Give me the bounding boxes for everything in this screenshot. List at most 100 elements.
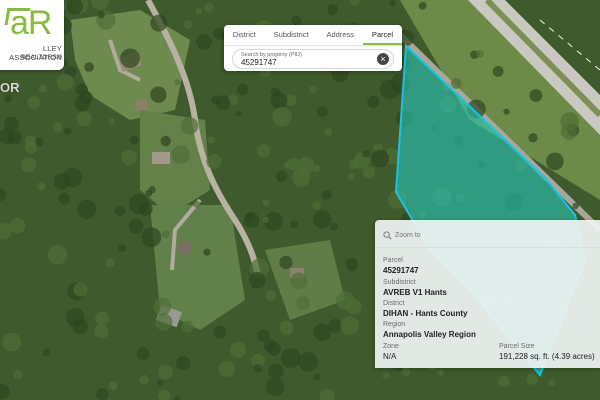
search-icon bbox=[383, 230, 392, 240]
pid-search-input[interactable]: Search by property (PID) 45291747 × bbox=[232, 49, 394, 69]
tree bbox=[546, 152, 564, 171]
tree bbox=[401, 367, 411, 377]
tree bbox=[313, 373, 321, 381]
tree bbox=[235, 110, 242, 117]
tree bbox=[129, 135, 139, 145]
tree bbox=[114, 205, 126, 217]
tree bbox=[160, 135, 171, 147]
tree bbox=[476, 49, 484, 58]
parcel-size-label: Parcel Size bbox=[499, 343, 535, 350]
tree bbox=[73, 282, 88, 297]
tree bbox=[196, 34, 212, 50]
tree bbox=[503, 108, 510, 115]
tree bbox=[268, 363, 284, 379]
tree bbox=[328, 319, 343, 333]
tree bbox=[237, 83, 249, 96]
tree bbox=[340, 316, 359, 335]
tree bbox=[150, 14, 168, 32]
tree bbox=[157, 379, 163, 386]
tree bbox=[324, 128, 333, 137]
tree bbox=[13, 369, 23, 380]
subdistrict-label: Subdistrict bbox=[383, 279, 416, 286]
tree bbox=[218, 360, 235, 378]
tree bbox=[20, 157, 37, 173]
tree bbox=[263, 339, 276, 352]
tree bbox=[253, 364, 262, 373]
tree bbox=[155, 313, 173, 331]
tree bbox=[121, 149, 137, 166]
tree bbox=[128, 218, 144, 234]
tree bbox=[279, 255, 293, 269]
tree bbox=[141, 227, 162, 248]
tree bbox=[108, 380, 118, 390]
tree bbox=[193, 200, 201, 208]
tree bbox=[38, 84, 47, 93]
tree bbox=[72, 319, 88, 335]
tree bbox=[265, 290, 277, 301]
tree bbox=[367, 95, 380, 108]
tab-parcel[interactable]: Parcel bbox=[362, 25, 403, 45]
tree bbox=[298, 352, 318, 372]
tree bbox=[362, 166, 376, 179]
tree bbox=[95, 311, 109, 326]
tree bbox=[347, 172, 356, 180]
tree bbox=[150, 86, 167, 103]
tree bbox=[180, 117, 199, 135]
tree bbox=[528, 133, 538, 143]
zone-value: N/A bbox=[383, 352, 397, 361]
tree bbox=[272, 107, 292, 127]
tree bbox=[248, 271, 266, 289]
tree bbox=[58, 192, 71, 205]
close-icon[interactable]: × bbox=[377, 53, 389, 65]
tree bbox=[206, 153, 222, 170]
tree bbox=[136, 347, 150, 361]
tree bbox=[203, 248, 211, 256]
tree bbox=[371, 149, 390, 168]
tree bbox=[290, 272, 308, 290]
tree bbox=[157, 364, 173, 380]
tree bbox=[118, 244, 126, 252]
tree bbox=[63, 127, 72, 135]
tab-subdistrict[interactable]: Subdistrict bbox=[265, 25, 318, 45]
tree bbox=[9, 217, 26, 234]
zone-label: Zone bbox=[383, 343, 399, 350]
tree bbox=[316, 106, 328, 117]
tree bbox=[418, 1, 427, 10]
tree bbox=[526, 373, 538, 385]
tree bbox=[290, 220, 299, 229]
tree bbox=[79, 90, 93, 104]
tree bbox=[262, 216, 269, 223]
tree bbox=[450, 78, 462, 89]
search-tabs: District Subdistrict Address Parcel bbox=[224, 25, 403, 46]
logo-text-line2: REALTORS® bbox=[20, 54, 62, 61]
tree bbox=[139, 374, 149, 385]
tree bbox=[498, 375, 511, 388]
tree bbox=[145, 189, 153, 197]
tree bbox=[105, 258, 115, 268]
building bbox=[135, 100, 147, 110]
tree bbox=[321, 190, 332, 201]
region-value: Annapolis Valley Region bbox=[383, 330, 476, 339]
tab-address[interactable]: Address bbox=[318, 25, 363, 45]
logo-mark: aR bbox=[10, 4, 52, 42]
tree bbox=[295, 296, 311, 311]
tree bbox=[279, 320, 294, 335]
tree bbox=[529, 89, 543, 102]
tree bbox=[345, 298, 362, 315]
tree bbox=[280, 348, 301, 368]
zoom-to-button[interactable]: Zoom to bbox=[383, 229, 421, 241]
tree bbox=[389, 0, 396, 7]
tree bbox=[36, 182, 46, 191]
district-label: District bbox=[383, 300, 405, 307]
search-value[interactable]: 45291747 bbox=[241, 58, 277, 67]
tree bbox=[56, 73, 74, 91]
tree bbox=[120, 48, 140, 69]
tree bbox=[96, 388, 109, 400]
tree bbox=[153, 297, 172, 316]
tree bbox=[84, 62, 94, 72]
tree bbox=[176, 355, 191, 371]
tree bbox=[128, 193, 149, 214]
tree bbox=[262, 199, 270, 207]
tab-district[interactable]: District bbox=[224, 25, 265, 45]
divider bbox=[375, 247, 600, 248]
